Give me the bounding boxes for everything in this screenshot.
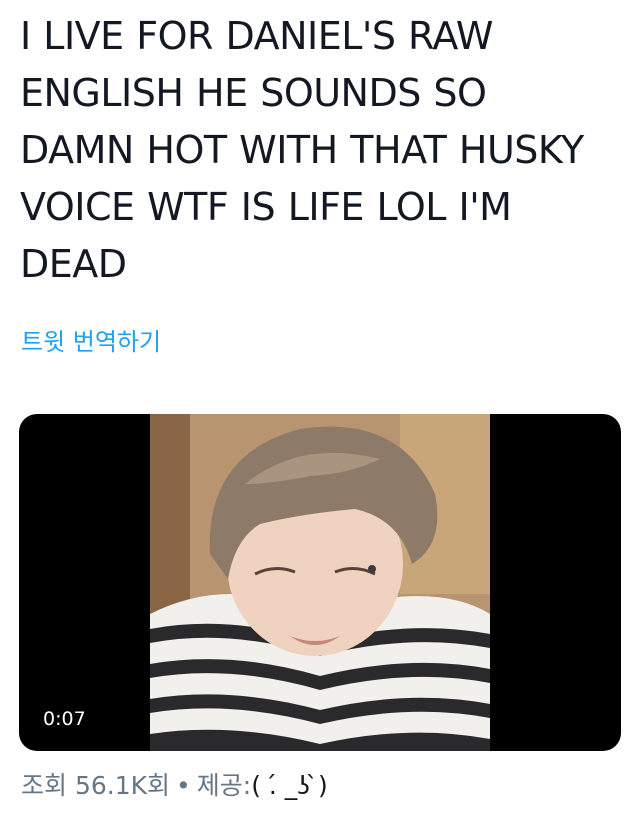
view-count: 조회 56.1K회 [21, 771, 171, 800]
provider-label: 제공: [196, 771, 252, 800]
provider-name[interactable]: ( .́ _ʖ ̀) [251, 771, 328, 800]
meta-separator: • [176, 771, 191, 800]
tweet-meta: 조회 56.1K회 • 제공:( .́ _ʖ ̀) [21, 768, 328, 804]
video-thumbnail[interactable] [150, 414, 490, 751]
video-frame-illustration [150, 414, 490, 751]
video-player[interactable]: 0:07 [19, 414, 621, 751]
translate-tweet-link[interactable]: 트윗 번역하기 [21, 322, 161, 357]
video-duration: 0:07 [35, 704, 94, 734]
tweet-text: I LIVE FOR DANIEL'S RAW ENGLISH HE SOUND… [20, 14, 584, 286]
